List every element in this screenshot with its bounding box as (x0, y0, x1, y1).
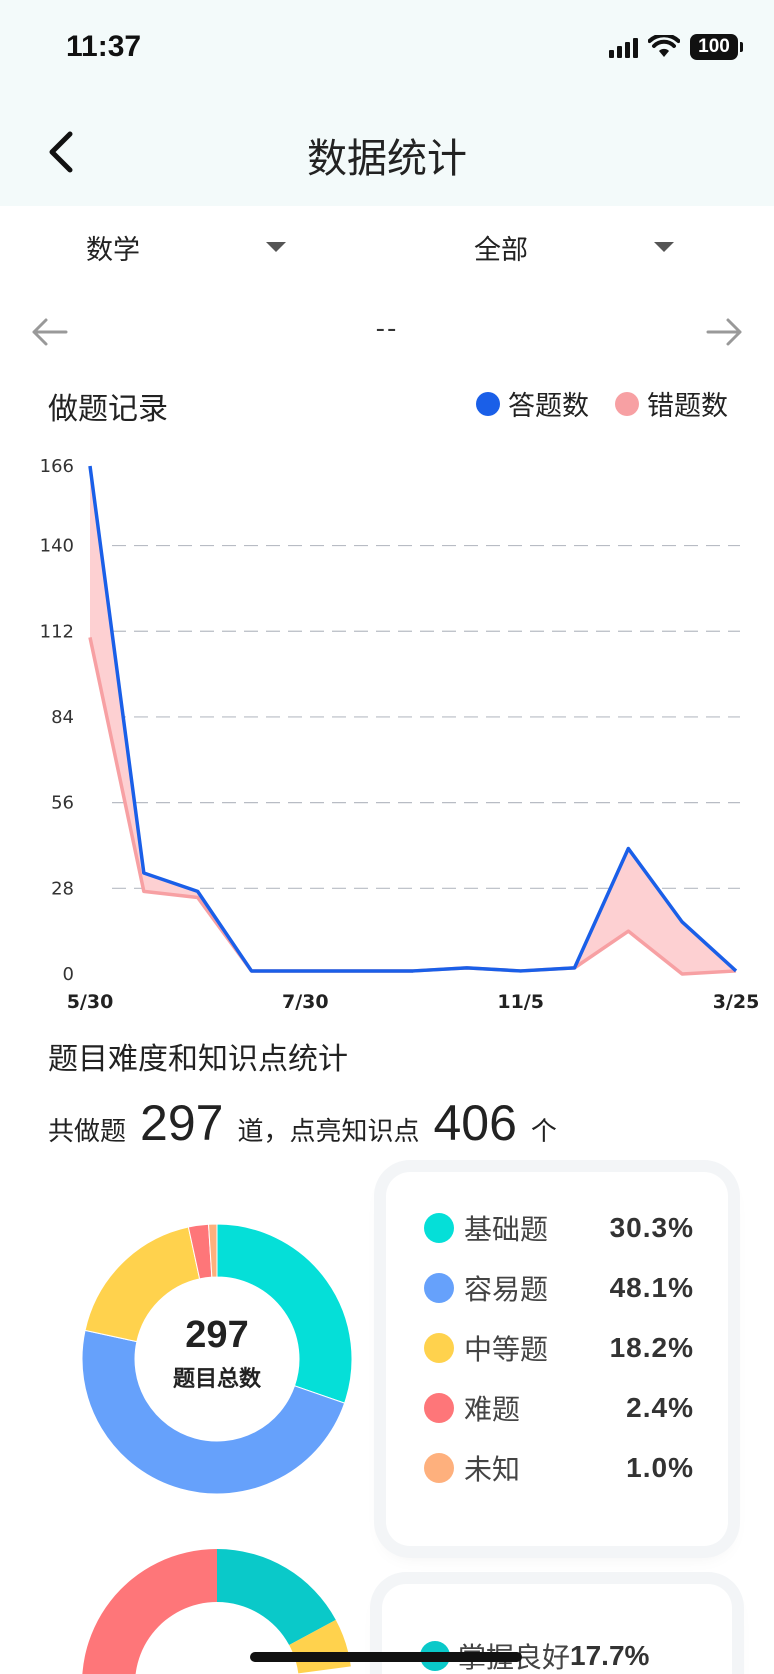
y-tick-label: 84 (51, 707, 74, 728)
legend-label: 错题数 (647, 391, 728, 422)
y-tick-label: 56 (51, 793, 74, 814)
x-tick-label: 11/5 (497, 991, 544, 1013)
difficulty-name: 中等题 (464, 1333, 549, 1366)
difficulty-name: 难题 (464, 1393, 521, 1426)
donut-slice (82, 1549, 217, 1674)
difficulty-item-unknown: 未知 1.0% (424, 1448, 694, 1488)
x-tick-label: 5/30 (67, 991, 114, 1013)
subject-caret-down-icon[interactable] (266, 242, 286, 252)
home-indicator (250, 1652, 522, 1662)
difficulty-name: 容易题 (464, 1273, 549, 1306)
difficulty-percent: 48.1% (609, 1272, 694, 1303)
difficulty-percent: 2.4% (626, 1392, 694, 1423)
difficulty-donut: 297 题目总数 (72, 1214, 362, 1504)
difficulty-swatch (424, 1453, 454, 1483)
chart-legend: 答题数 错题数 (476, 384, 728, 423)
total-points-value: 406 (433, 1095, 517, 1151)
x-tick-label: 3/25 (713, 991, 760, 1013)
donut-center: 297 题目总数 (72, 1314, 362, 1393)
summary-prefix: 共做题 (48, 1117, 127, 1147)
wifi-icon (648, 35, 680, 57)
x-tick-label: 7/30 (282, 991, 329, 1013)
subject-dropdown[interactable]: 数学 (86, 228, 140, 267)
y-tick-label: 28 (51, 878, 74, 899)
difficulty-name: 未知 (464, 1453, 521, 1486)
status-icons: 100 (609, 34, 743, 60)
summary-line: 共做题 297 道，点亮知识点 406 个 (48, 1094, 557, 1152)
difficulty-percent: 30.3% (609, 1212, 694, 1243)
scope-dropdown-label: 全部 (474, 235, 528, 266)
difficulty-section-title: 题目难度和知识点统计 (48, 1042, 348, 1077)
y-tick-label: 140 (40, 536, 74, 557)
difficulty-legend-card: 基础题 30.3% 容易题 48.1% 中等题 18.2% 难题 2.4% 未知… (386, 1172, 728, 1546)
summary-mid: 道，点亮知识点 (237, 1117, 420, 1147)
page-title: 数据统计 (307, 136, 467, 182)
cellular-signal-icon (609, 36, 638, 58)
legend-label: 答题数 (508, 391, 589, 422)
record-chart: 0 28 56 84 112 140 166 5/30 7/30 11/5 3/25 (40, 456, 760, 1013)
scope-caret-down-icon[interactable] (654, 242, 674, 252)
difficulty-swatch (424, 1273, 454, 1303)
nav-bar: 数据统计 (0, 100, 774, 206)
legend-item-wrong: 错题数 (615, 384, 728, 423)
y-tick-label: 166 (40, 456, 74, 477)
legend-swatch (615, 391, 639, 416)
subject-dropdown-label: 数学 (86, 235, 140, 266)
y-tick-label: 112 (40, 621, 74, 642)
battery-icon: 100 (690, 34, 743, 60)
period-label: -- (375, 314, 399, 344)
status-time: 11:37 (66, 30, 142, 63)
y-tick-label: 0 (63, 964, 74, 985)
mastery-percent: 17.7% (570, 1640, 650, 1671)
legend-swatch (476, 391, 500, 416)
scope-dropdown[interactable]: 全部 (474, 228, 528, 267)
status-bar: 11:37 100 (0, 0, 774, 100)
difficulty-swatch (424, 1393, 454, 1423)
legend-item-answers: 答题数 (476, 384, 589, 423)
difficulty-item-hard: 难题 2.4% (424, 1388, 694, 1428)
summary-suffix: 个 (530, 1117, 557, 1147)
difficulty-percent: 18.2% (609, 1332, 694, 1363)
difficulty-item-basic: 基础题 30.3% (424, 1208, 694, 1248)
difficulty-item-easy: 容易题 48.1% (424, 1268, 694, 1308)
period-navigator: -- (0, 300, 774, 364)
difficulty-item-medium: 中等题 18.2% (424, 1328, 694, 1368)
total-questions-value: 297 (140, 1095, 224, 1151)
donut-total: 297 (185, 1314, 249, 1356)
difficulty-name: 基础题 (464, 1213, 549, 1246)
difficulty-swatch (424, 1333, 454, 1363)
record-section-title: 做题记录 (48, 392, 168, 427)
filter-bar: 数学 全部 (0, 206, 774, 286)
difficulty-percent: 1.0% (626, 1452, 694, 1483)
difficulty-swatch (424, 1213, 454, 1243)
donut-caption: 题目总数 (172, 1367, 261, 1392)
arrow-right-icon (706, 318, 742, 346)
next-period-button[interactable] (702, 310, 746, 354)
